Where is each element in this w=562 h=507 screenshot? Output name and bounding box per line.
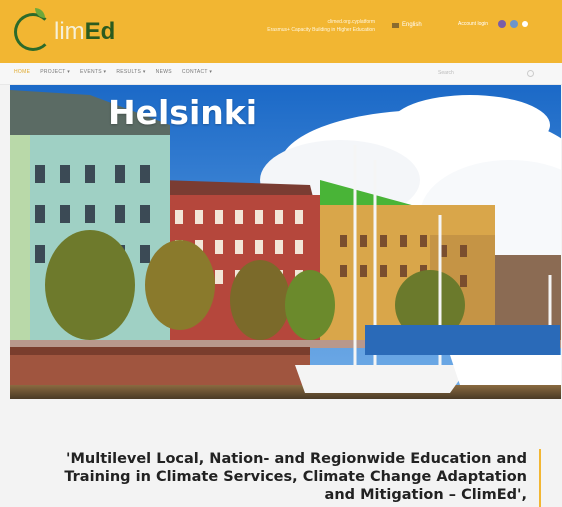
main-navigation: HOME PROJECT ▾ EVENTS ▾ RESULTS ▾ NEWS C… [0,63,562,85]
helsinki-harbor-illustration [10,85,561,399]
quote-line3: and Mitigation – ClimEd', [324,487,527,503]
nav-item-results[interactable]: RESULTS ▾ [116,69,145,75]
search-input[interactable]: Search [438,68,534,78]
climed-logo[interactable]: limEd [14,8,115,52]
nav-item-events[interactable]: EVENTS ▾ [80,69,106,75]
search-placeholder: Search [438,70,454,76]
flag-icon [392,22,399,28]
project-quote-section: 'Multilevel Local, Nation- and Regionwid… [0,399,562,507]
nav-menu: HOME PROJECT ▾ EVENTS ▾ RESULTS ▾ NEWS C… [14,69,212,75]
top-info-line1: climed.org.cyplatform [327,19,375,25]
nav-item-news[interactable]: NEWS [156,69,172,75]
top-info-line2: Erasmus+ Capacity Building in Higher Edu… [267,27,375,33]
language-label: English [402,22,422,28]
search-icon[interactable] [527,69,534,77]
leaf-icon [35,8,45,18]
project-quote: 'Multilevel Local, Nation- and Regionwid… [27,450,527,504]
logo-mark-icon [14,8,52,51]
language-selector[interactable]: English [392,22,422,28]
social-icon[interactable] [510,20,519,28]
logo-text-suffix: Ed [84,18,116,45]
social-icon[interactable] [522,21,529,27]
nav-item-contact[interactable]: CONTACT ▾ [182,69,212,75]
top-info: climed.org.cyplatform Erasmus+ Capacity … [225,18,375,34]
nav-item-home[interactable]: HOME [14,69,30,75]
quote-line2: Training in Climate Services, Climate Ch… [64,469,527,485]
social-icon[interactable] [498,20,507,28]
account-link[interactable]: Account login [458,21,488,27]
top-right-actions: Account login [458,20,529,28]
hero-title: Helsinki [108,93,258,132]
top-header: limEd climed.org.cyplatform Erasmus+ Cap… [0,0,562,63]
logo-text-mid: lim [54,18,85,45]
quote-accent-bar [539,449,541,507]
logo-text: limEd [54,18,115,46]
quote-line1: 'Multilevel Local, Nation- and Regionwid… [66,451,527,467]
nav-item-project[interactable]: PROJECT ▾ [40,69,70,75]
hero-image: Helsinki [10,85,561,399]
